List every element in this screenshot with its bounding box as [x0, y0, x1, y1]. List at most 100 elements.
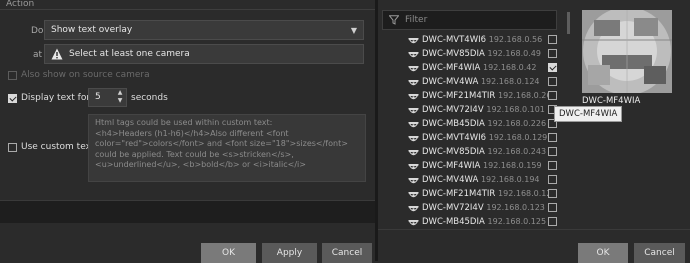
- dome-camera-icon: [408, 192, 419, 198]
- camera-list-scroll-thumb[interactable]: [567, 12, 570, 34]
- seconds-label: seconds: [131, 93, 168, 103]
- display-text-label: Display text for:: [21, 93, 93, 103]
- section-divider: [0, 9, 375, 10]
- camera-selector[interactable]: Select at least one camera: [44, 44, 364, 64]
- camera-checkbox[interactable]: [548, 77, 557, 86]
- camera-ip: 192.168.0.159: [483, 161, 542, 170]
- camera-row[interactable]: DWC-MV85DIA 192.168.0.49: [382, 47, 558, 61]
- camera-checkbox[interactable]: [548, 189, 557, 198]
- dome-camera-icon: [408, 164, 419, 170]
- custom-text-checkbox[interactable]: [8, 143, 17, 152]
- camera-row[interactable]: DWC-MB45DIA 192.168.0.125: [382, 215, 558, 229]
- camera-ip: 192.168.0.101: [486, 105, 545, 114]
- cancel-button[interactable]: Cancel: [322, 243, 372, 263]
- camera-checkbox[interactable]: [548, 91, 557, 100]
- camera-row[interactable]: DWC-MV4WA 192.168.0.194: [382, 173, 558, 187]
- camera-checkbox[interactable]: [548, 203, 557, 212]
- camera-checkbox[interactable]: [548, 161, 557, 170]
- camera-ip: 192.168.0.194: [480, 175, 540, 184]
- do-label: Do: [31, 26, 44, 36]
- camera-name: DWC-MV4WA 192.168.0.124: [422, 77, 540, 87]
- camera-name: DWC-MV4WA 192.168.0.194: [422, 175, 540, 185]
- ok-button[interactable]: OK: [201, 243, 256, 263]
- filter-icon: [389, 15, 399, 25]
- camera-name: DWC-MV85DIA 192.168.0.243: [422, 147, 547, 157]
- camera-checkbox[interactable]: [548, 147, 557, 156]
- dome-camera-icon: [408, 122, 419, 128]
- footer-strip: [0, 200, 375, 223]
- camera-selector-text: Select at least one camera: [69, 49, 190, 59]
- camera-name: DWC-MB45DIA 192.168.0.226: [422, 119, 547, 129]
- camera-checkbox[interactable]: [548, 217, 557, 226]
- camera-panel: Filter DWC-MVT4WI6 192.168.0.56 DWC-MV85D…: [378, 0, 690, 263]
- do-dropdown[interactable]: Show text overlay ▼: [44, 20, 364, 40]
- dome-camera-icon: [408, 80, 419, 86]
- display-text-checkbox[interactable]: [8, 94, 17, 103]
- camera-ip: 192.168.0.49: [487, 49, 541, 58]
- section-legend: Action: [6, 0, 38, 9]
- also-show-label: Also show on source camera: [21, 70, 150, 80]
- camera-ip: 192.168.0.124: [480, 77, 540, 86]
- dome-camera-icon: [408, 220, 419, 226]
- display-duration-value: 5: [95, 92, 101, 102]
- camera-row[interactable]: DWC-MB45DIA 192.168.0.226: [382, 117, 558, 131]
- camera-name: DWC-MB45DIA 192.168.0.125: [422, 217, 547, 227]
- dome-camera-icon: [408, 66, 419, 72]
- camera-filter-input[interactable]: Filter: [382, 10, 557, 30]
- camera-ip: 192.168.0.26: [498, 91, 552, 100]
- camera-row[interactable]: DWC-MF4WIA 192.168.0.159: [382, 159, 558, 173]
- dome-camera-icon: [408, 136, 419, 142]
- camera-checkbox[interactable]: [548, 175, 557, 184]
- camera-name: DWC-MVT4WI6 192.168.0.129: [422, 133, 548, 143]
- camera-list: DWC-MVT4WI6 192.168.0.56 DWC-MV85DIA 192.…: [382, 33, 558, 229]
- dome-camera-icon: [408, 94, 419, 100]
- camera-checkbox[interactable]: [548, 63, 557, 72]
- camera-name: DWC-MF21M4TIR 192.168.0.121: [422, 189, 557, 199]
- custom-text-area[interactable]: Html tags could be used within custom te…: [88, 114, 366, 182]
- camera-name: DWC-MV72I4V 192.168.0.123: [422, 203, 545, 213]
- camera-name: DWC-MF21M4TIR 192.168.0.26: [422, 91, 552, 101]
- apply-button[interactable]: Apply: [262, 243, 317, 263]
- camera-ip: 192.168.0.125: [487, 217, 547, 226]
- camera-row[interactable]: DWC-MF21M4TIR 192.168.0.26: [382, 89, 558, 103]
- chevron-down-icon: ▼: [350, 26, 357, 35]
- fisheye-preview-image: [582, 10, 672, 93]
- cancel-button-right[interactable]: Cancel: [634, 243, 685, 263]
- camera-name: DWC-MF4WIA 192.168.0.42: [422, 63, 537, 73]
- at-label: at: [33, 50, 43, 60]
- camera-row[interactable]: DWC-MVT4WI6 192.168.0.56: [382, 33, 558, 47]
- also-show-checkbox[interactable]: [8, 71, 17, 80]
- camera-row[interactable]: DWC-MF21M4TIR 192.168.0.121: [382, 187, 558, 201]
- display-duration-spinner[interactable]: 5 ▲ ▼: [88, 88, 127, 107]
- camera-ip: 192.168.0.123: [486, 203, 545, 212]
- camera-row[interactable]: DWC-MVT4WI6 192.168.0.129: [382, 131, 558, 145]
- warning-icon: [51, 48, 63, 60]
- camera-row[interactable]: DWC-MV4WA 192.168.0.124: [382, 75, 558, 89]
- camera-checkbox[interactable]: [548, 49, 557, 58]
- camera-row[interactable]: DWC-MF4WIA 192.168.0.42: [382, 61, 558, 75]
- camera-ip: 192.168.0.226: [487, 119, 547, 128]
- camera-row[interactable]: DWC-MV72I4V 192.168.0.123: [382, 201, 558, 215]
- dome-camera-icon: [408, 108, 419, 114]
- preview-camera-name: DWC-MF4WIA: [582, 96, 641, 106]
- camera-row[interactable]: DWC-MV72I4V 192.168.0.101: [382, 103, 558, 117]
- camera-name: DWC-MV85DIA 192.168.0.49: [422, 49, 541, 59]
- camera-row[interactable]: DWC-MV85DIA 192.168.0.243: [382, 145, 558, 159]
- camera-ip: 192.168.0.42: [483, 63, 537, 72]
- do-dropdown-value: Show text overlay: [51, 25, 133, 35]
- camera-list-scrollbar[interactable]: [562, 33, 566, 229]
- camera-preview: [582, 10, 672, 93]
- custom-text-label: Use custom text:: [21, 142, 98, 152]
- dome-camera-icon: [408, 150, 419, 156]
- dome-camera-icon: [408, 206, 419, 212]
- camera-ip: 192.168.0.129: [488, 133, 548, 142]
- dome-camera-icon: [408, 52, 419, 58]
- camera-tooltip: DWC-MF4WIA: [554, 106, 623, 122]
- ok-button-right[interactable]: OK: [578, 243, 628, 263]
- camera-checkbox[interactable]: [548, 35, 557, 44]
- spinner-arrows-icon[interactable]: ▲ ▼: [115, 89, 125, 106]
- camera-ip: 192.168.0.56: [488, 35, 543, 44]
- filter-placeholder: Filter: [405, 15, 428, 25]
- camera-checkbox[interactable]: [548, 133, 557, 142]
- dome-camera-icon: [408, 38, 419, 44]
